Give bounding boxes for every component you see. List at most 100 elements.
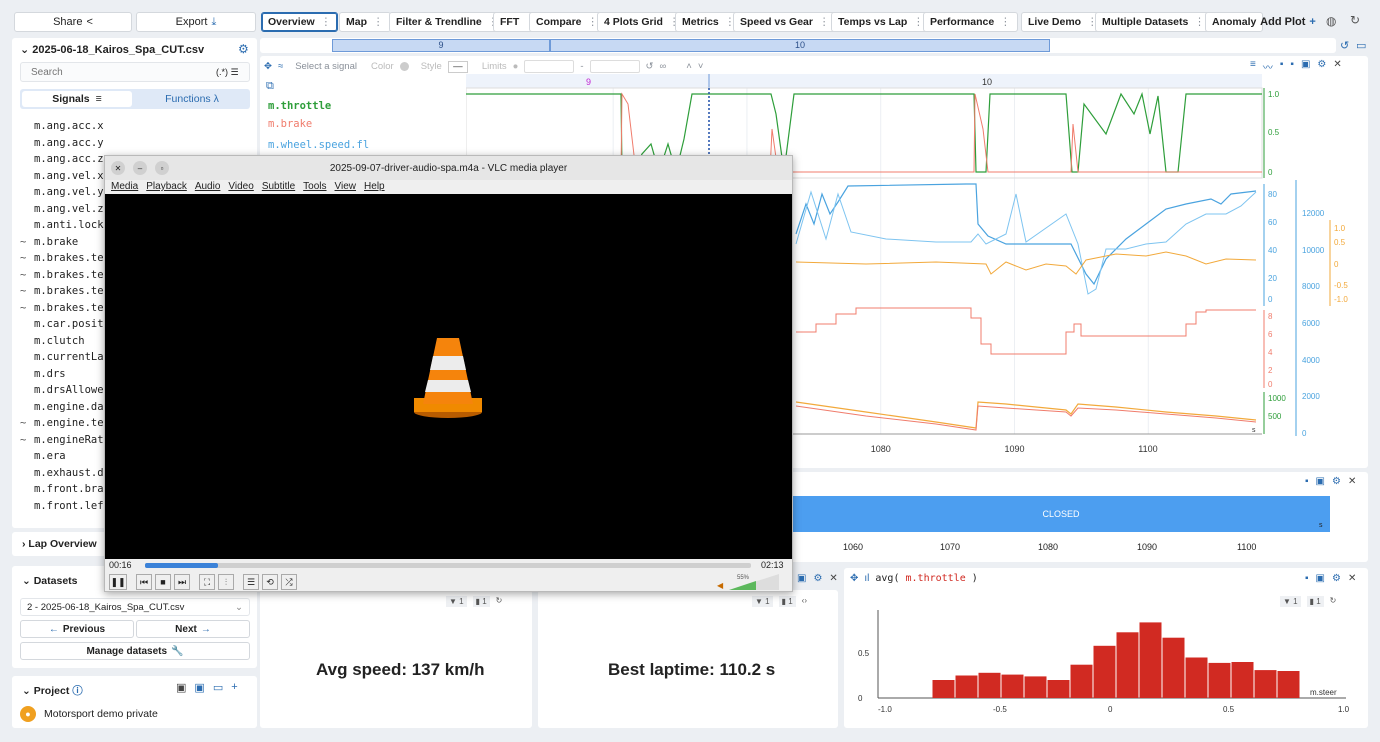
vlc-titlebar[interactable]: ✕ – ▫ 2025-09-07-driver-audio-spa.m4a - … (105, 156, 792, 180)
vlc-fullscreen-button[interactable]: ⛶ (199, 574, 215, 590)
tab-overview[interactable]: Overview ⋮ (261, 12, 339, 32)
vlc-maximize-icon[interactable]: ▫ (155, 161, 169, 175)
limit-min-input[interactable] (524, 60, 575, 73)
signal-item[interactable]: m.engine.dam (20, 401, 110, 413)
manage-datasets-button[interactable]: Manage datasets 🔧 (20, 642, 250, 660)
signal-item[interactable]: m.ang.vel.z (20, 203, 104, 215)
regex-toggle[interactable]: (.*) ☰ (216, 67, 239, 78)
signal-item[interactable]: m.front.left (20, 500, 110, 512)
signal-item[interactable]: m.car.positi (20, 318, 110, 330)
state-duplicate-icon[interactable]: ▣ (1316, 476, 1325, 487)
tab-signals[interactable]: Signals ≡ (22, 91, 132, 107)
vlc-shuffle-button[interactable]: ⤮ (281, 574, 297, 590)
signal-item[interactable]: m.era (20, 450, 66, 462)
signal-item[interactable]: ~ m.engine.tem (20, 417, 110, 429)
folder-icon[interactable]: ▭ (213, 681, 223, 694)
tab-menu-icon[interactable]: ⋮ (1000, 16, 1011, 28)
tab-menu-icon[interactable]: ⋮ (373, 16, 384, 28)
vlc-menu-playback[interactable]: Playback (146, 181, 187, 192)
globe-icon[interactable]: ◍ (1326, 14, 1336, 28)
timeline-mode-icon[interactable]: ▭ (1356, 39, 1366, 52)
add-icon[interactable]: + (231, 681, 237, 694)
filter-icon[interactable]: ☰ (231, 67, 239, 77)
hist-move-icon[interactable]: ✥ (850, 573, 858, 584)
project-item[interactable]: ● Motorsport demo private (20, 706, 158, 722)
duplicate-icon[interactable]: ▣ (1301, 59, 1310, 74)
signal-item[interactable]: m.anti.lock. (20, 219, 110, 231)
vlc-menu-view[interactable]: View (335, 181, 357, 192)
signal-item[interactable]: m.clutch (20, 335, 85, 347)
next-button[interactable]: Next → (136, 620, 250, 638)
signal-item[interactable]: ~ m.engineRate (20, 434, 110, 446)
vlc-next-button[interactable]: ⏭ (174, 574, 190, 590)
export-button[interactable]: Export ⤓ (136, 12, 256, 32)
tab-compare[interactable]: Compare ⋮ (529, 12, 606, 32)
lap-overview-header[interactable]: › Lap Overview (22, 538, 97, 550)
kpi-settings-icon[interactable]: ⚙ (813, 573, 822, 584)
chevron-up-icon[interactable]: ˄ (686, 61, 692, 72)
state-close-icon[interactable]: ✕ (1348, 476, 1356, 487)
lap-10-segment[interactable]: 10 (550, 39, 1050, 52)
dataset-select[interactable]: 2 - 2025-06-18_Kairos_Spa_CUT.csv ⌄ (20, 598, 250, 616)
save-icon[interactable]: ▣ (176, 681, 186, 694)
previous-button[interactable]: ← Previous (20, 620, 134, 638)
vlc-video-area[interactable] (105, 194, 792, 559)
hist-close-icon[interactable]: ✕ (1348, 573, 1356, 584)
hist-save-icon[interactable]: ▪ (1305, 573, 1309, 584)
save-as-icon[interactable]: ▣ (194, 681, 204, 694)
trend-icon[interactable]: 〰 (1263, 59, 1273, 74)
tab-performance[interactable]: Performance ⋮ (923, 12, 1018, 32)
data-icon[interactable]: ▪ (1280, 59, 1284, 74)
signal-item[interactable]: m.currentLap (20, 351, 110, 363)
vlc-close-icon[interactable]: ✕ (111, 161, 125, 175)
settings-gear-icon[interactable]: ⚙ (238, 42, 249, 56)
copy-icon[interactable]: ⧉ (266, 80, 274, 93)
signal-item[interactable]: m.drs (20, 368, 66, 380)
reset-timeline-icon[interactable]: ↺ (1340, 39, 1349, 52)
tab-map[interactable]: Map ⋮ (339, 12, 391, 32)
vlc-menu-subtitle[interactable]: Subtitle (262, 181, 295, 192)
tab-4-plots-grid[interactable]: 4 Plots Grid⋮ (597, 12, 687, 32)
tab-live-demo[interactable]: Live Demo ⋮ (1021, 12, 1105, 32)
tab-speed-vs-gear[interactable]: Speed vs Gear ⋮ (733, 12, 837, 32)
vlc-loop-button[interactable]: ⟲ (262, 574, 278, 590)
signal-item[interactable]: m.ang.acc.x (20, 120, 104, 132)
tab-filter-trendline[interactable]: Filter & Trendline⋮ (389, 12, 506, 32)
state-save-icon[interactable]: ▪ (1305, 476, 1309, 487)
signal-item[interactable]: ~ m.brakes.tem (20, 252, 110, 264)
close-icon[interactable]: ✕ (1333, 59, 1341, 74)
share-button[interactable]: Share < (14, 12, 132, 32)
vlc-pause-button[interactable]: ❚❚ (109, 574, 127, 590)
legend-icon[interactable]: ≡ (1250, 59, 1256, 74)
legend-throttle[interactable]: m.throttle (268, 100, 331, 112)
state-closed-bar[interactable]: CLOSED (792, 496, 1330, 532)
link-icon[interactable]: ∞ (660, 61, 667, 72)
signal-item[interactable]: m.ang.acc.z (20, 153, 104, 165)
add-plot-button[interactable]: Add Plot + (1257, 12, 1319, 32)
signal-item[interactable]: ~ m.brakes.tem (20, 302, 110, 314)
reset-limits-icon[interactable]: ↺ (646, 61, 654, 72)
chevron-down-icon[interactable]: ˅ (698, 61, 704, 72)
filter-badge-2[interactable]: ▼ 1 (752, 596, 773, 607)
signal-item[interactable]: m.ang.vel.y (20, 186, 104, 198)
project-header[interactable]: ⌄ Project ⓘ (22, 683, 83, 698)
legend-wheel-speed[interactable]: m.wheel.speed.fl (268, 139, 369, 151)
signal-item[interactable]: m.ang.vel.x (20, 170, 104, 182)
move-icon[interactable]: ✥ (264, 61, 272, 72)
vlc-menu-video[interactable]: Video (228, 181, 253, 192)
tab-menu-icon[interactable]: ⋮ (321, 16, 332, 28)
lap-9-segment[interactable]: 9 (332, 39, 550, 52)
vlc-seek-bar[interactable] (145, 563, 751, 568)
kpi-close-icon[interactable]: ✕ (829, 573, 837, 584)
kpi-duplicate-icon[interactable]: ▣ (797, 573, 806, 584)
signal-item[interactable]: ~ m.brakes.tem (20, 285, 110, 297)
vlc-menu-tools[interactable]: Tools (303, 181, 326, 192)
tab-anomaly[interactable]: Anomaly (1205, 12, 1264, 32)
signal-item[interactable]: ~ m.brakes.tem (20, 269, 110, 281)
tab-functions[interactable]: Functions λ (136, 91, 248, 107)
signal-item[interactable]: m.ang.acc.y (20, 137, 104, 149)
color-swatch[interactable] (399, 62, 409, 71)
select-signal-label[interactable]: Select a signal (295, 61, 357, 72)
legend-brake[interactable]: m.brake (268, 118, 312, 130)
doc-badge[interactable]: ▮ 1 (472, 596, 490, 607)
